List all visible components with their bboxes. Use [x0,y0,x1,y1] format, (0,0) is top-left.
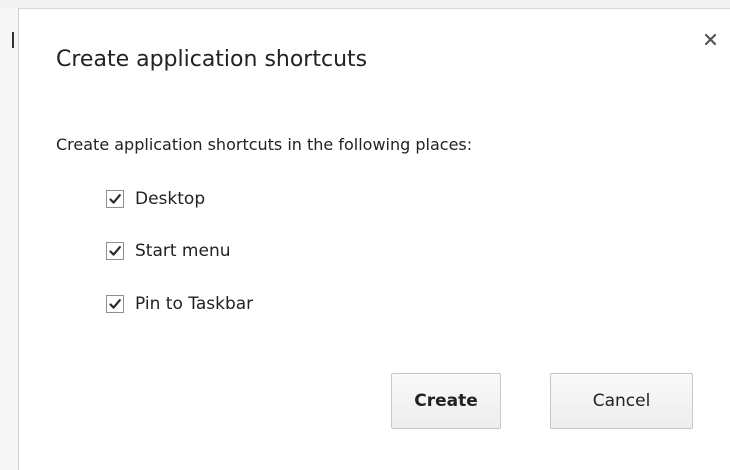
close-icon [704,33,716,45]
pin-to-taskbar-checkbox-option[interactable]: Pin to Taskbar [106,292,253,316]
screen: Create application shortcuts Create appl… [0,0,730,470]
pin-to-taskbar-label: Pin to Taskbar [135,294,254,314]
create-shortcuts-dialog: Create application shortcuts Create appl… [18,9,730,470]
desktop-checkbox-option[interactable]: Desktop [106,187,205,211]
cancel-button[interactable]: Cancel [550,373,693,429]
checkmark-icon [109,246,121,256]
start-menu-checkbox-option[interactable]: Start menu [106,239,231,263]
background-window-left [0,8,18,470]
background-window-edge [0,0,730,9]
background-edge-mark [12,32,14,48]
close-button[interactable] [698,27,722,51]
dialog-description: Create application shortcuts in the foll… [56,135,473,154]
create-button[interactable]: Create [391,373,501,429]
pin-to-taskbar-checkbox[interactable] [106,295,124,313]
start-menu-checkbox[interactable] [106,242,124,260]
desktop-label: Desktop [135,189,206,209]
checkmark-icon [109,299,121,309]
start-menu-label: Start menu [135,241,231,261]
checkmark-icon [109,194,121,204]
desktop-checkbox[interactable] [106,190,124,208]
dialog-title: Create application shortcuts [56,47,368,72]
